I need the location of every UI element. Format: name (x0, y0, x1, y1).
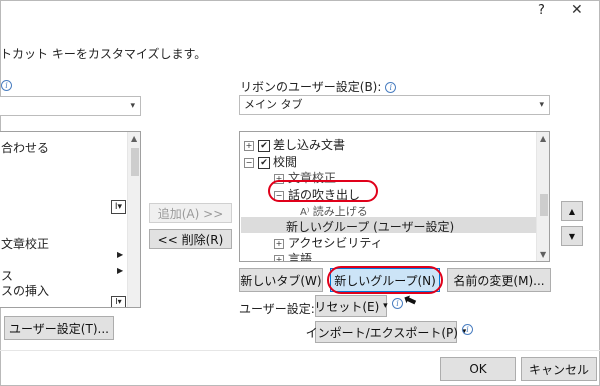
scroll-thumb[interactable] (540, 194, 548, 216)
help-button[interactable]: ? (538, 3, 545, 18)
remove-button[interactable]: << 削除(R) (149, 229, 232, 249)
tree-item-new-group[interactable]: 新しいグループ (ユーザー設定) (286, 218, 454, 235)
text-box-icon: I▾ (111, 296, 126, 307)
tree-item-language[interactable]: + 言語 (274, 250, 312, 261)
info-icon: i (462, 324, 473, 335)
chevron-down-icon: ▾ (539, 100, 544, 110)
list-item[interactable]: 合わせる (1, 139, 49, 156)
submenu-arrow-icon: ▶ (117, 266, 124, 275)
add-button[interactable]: 追加(A) >> (149, 203, 232, 223)
ribbon-scrollbar[interactable]: ▲ ▼ (536, 132, 549, 261)
info-icon: i (385, 82, 397, 93)
scroll-up-icon[interactable]: ▲ (540, 134, 546, 143)
cancel-button[interactable]: キャンセル (521, 357, 597, 381)
scroll-down-icon[interactable]: ▼ (540, 250, 546, 259)
expand-icon[interactable]: + (274, 254, 284, 261)
rename-button[interactable]: 名前の変更(M)... (447, 268, 551, 292)
submenu-arrow-icon: ▶ (117, 250, 124, 259)
new-tab-button[interactable]: 新しいタブ(W) (239, 268, 323, 292)
chevron-down-icon: ▾ (130, 101, 135, 111)
commands-list[interactable]: 合わせる 文章校正 ス スの挿入 I▾ ▶ ▶ I▾ ▲ (0, 131, 141, 308)
left-scrollbar[interactable]: ▲ (127, 132, 140, 307)
keyboard-customize-button[interactable]: ユーザー設定(T)... (4, 316, 114, 340)
reset-button[interactable]: リセット(E) ▾ (314, 295, 388, 317)
tree-item-mail-merge[interactable]: + ✔ 差し込み文書 (244, 136, 345, 153)
list-item[interactable]: スの挿入 (1, 282, 49, 299)
import-export-button[interactable]: インポート/エクスポート(P) ▾ (306, 321, 466, 343)
tree-item-review[interactable]: − ✔ 校閲 (244, 153, 297, 170)
collapse-icon[interactable]: − (244, 157, 254, 168)
info-icon: i (392, 298, 403, 309)
highlight-oval (268, 180, 378, 202)
close-icon[interactable]: ✕ (571, 2, 583, 18)
highlight-oval (327, 266, 443, 294)
ok-button[interactable]: OK (440, 357, 516, 381)
checkbox-icon[interactable]: ✔ (258, 139, 270, 152)
ribbon-tabs-combo[interactable]: メイン タブ ▾ (239, 95, 550, 115)
footer-divider (0, 350, 600, 351)
dialog-description: トカット キーをカスタマイズします。 (0, 47, 207, 61)
info-icon: i (1, 80, 12, 91)
text-box-icon: I▾ (111, 200, 126, 214)
tree-item-accessibility[interactable]: + アクセシビリティ (274, 234, 383, 251)
scroll-thumb[interactable] (131, 148, 139, 176)
expand-icon[interactable]: + (274, 238, 284, 249)
list-item[interactable]: 文章校正 (1, 235, 49, 252)
commands-combo[interactable]: ▾ (0, 96, 141, 116)
chevron-down-icon: ▾ (383, 301, 388, 311)
ribbon-label: リボンのユーザー設定(B): i (240, 78, 397, 95)
move-down-button[interactable]: ▼ (561, 226, 583, 246)
user-settings-label: ユーザー設定: (239, 302, 315, 316)
scroll-up-icon[interactable]: ▲ (131, 134, 137, 143)
checkbox-icon[interactable]: ✔ (258, 156, 270, 169)
move-up-button[interactable]: ▲ (561, 201, 583, 221)
expand-icon[interactable]: + (244, 140, 254, 151)
